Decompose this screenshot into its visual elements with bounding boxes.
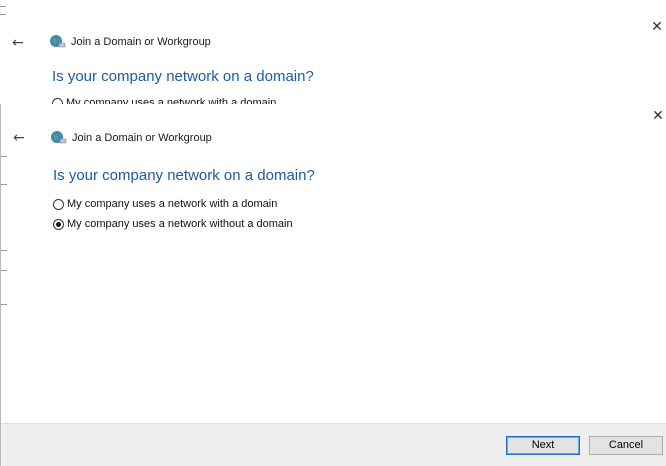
left-edge-tick — [0, 14, 6, 15]
next-button[interactable]: Next — [506, 436, 580, 455]
left-edge-tick — [0, 6, 6, 7]
network-globe-icon — [51, 131, 67, 144]
left-edge-tick — [1, 250, 7, 251]
cancel-button[interactable]: Cancel — [589, 436, 663, 455]
radio-button[interactable] — [53, 198, 64, 210]
window-title: Join a Domain or Workgroup — [71, 36, 211, 48]
window-title: Join a Domain or Workgroup — [72, 132, 212, 144]
left-edge-tick — [1, 184, 7, 185]
radio-option-with-domain[interactable]: My company uses a network with a domain — [53, 197, 277, 211]
radio-label: My company uses a network without a doma… — [67, 218, 293, 230]
network-globe-icon — [50, 35, 66, 48]
left-edge-tick — [1, 156, 7, 157]
left-edge-tick — [1, 304, 7, 305]
background-window: ✕ ← Join a Domain or Workgroup Is your c… — [0, 0, 666, 107]
close-icon[interactable]: ✕ — [650, 20, 664, 34]
radio-option-without-domain[interactable]: My company uses a network without a doma… — [53, 217, 293, 231]
back-arrow-icon[interactable]: ← — [12, 36, 30, 50]
button-bar: Next Cancel — [1, 423, 666, 466]
page-heading: Is your company network on a domain? — [53, 167, 315, 184]
join-domain-window: ✕ ← Join a Domain or Workgroup Is your c… — [0, 104, 666, 466]
back-arrow-icon[interactable]: ← — [13, 131, 31, 145]
radio-button-selected[interactable] — [53, 218, 64, 230]
radio-label: My company uses a network with a domain — [67, 198, 278, 210]
left-edge-tick — [1, 270, 7, 271]
close-icon[interactable]: ✕ — [651, 109, 665, 123]
page-heading: Is your company network on a domain? — [52, 68, 314, 85]
